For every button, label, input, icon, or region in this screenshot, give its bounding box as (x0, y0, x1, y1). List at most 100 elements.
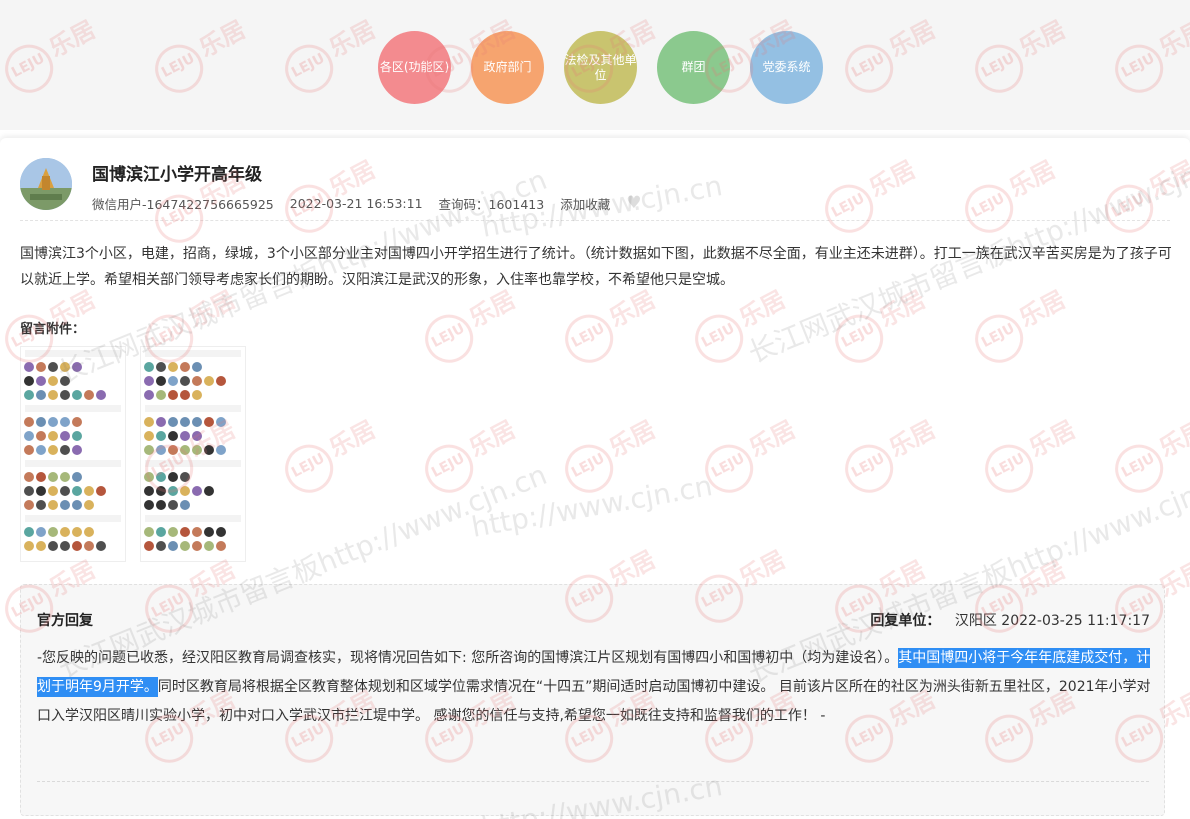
thumb-row (141, 539, 245, 553)
avatar-dot (60, 390, 70, 400)
category-government-button[interactable]: 政府部门 (471, 31, 544, 104)
avatar-dot (60, 486, 70, 496)
avatar-dot (156, 390, 166, 400)
thumb-row (21, 429, 125, 443)
reply-body: -您反映的问题已收悉，经汉阳区教育局调查核实，现将情况回告如下: 您所咨询的国博… (37, 644, 1152, 731)
avatar-dot (36, 500, 46, 510)
avatar-dot (168, 472, 178, 482)
avatar-dot (36, 390, 46, 400)
avatar-dot (180, 431, 190, 441)
avatar-dot (36, 362, 46, 372)
avatar-dot (156, 417, 166, 427)
avatar-dot (216, 541, 226, 551)
thumb-row (141, 388, 245, 402)
avatar-dot (168, 445, 178, 455)
avatar-dot (60, 376, 70, 386)
avatar-dot (144, 390, 154, 400)
avatar-dot (180, 472, 190, 482)
thumb-row (141, 498, 245, 512)
thumb-row (21, 525, 125, 539)
avatar-dot (24, 445, 34, 455)
avatar-dot (180, 500, 190, 510)
avatar-dot (24, 431, 34, 441)
avatar-dot (36, 486, 46, 496)
thumb-row (21, 415, 125, 429)
thumb-row (141, 470, 245, 484)
avatar-dot (48, 445, 58, 455)
reply-unit: 汉阳区 (954, 613, 997, 629)
avatar-dot (60, 417, 70, 427)
avatar-dot (60, 527, 70, 537)
avatar-dot (96, 486, 106, 496)
thumb-section (25, 405, 121, 412)
add-favorite-link[interactable]: 添加收藏 (560, 194, 610, 213)
divider (20, 220, 1170, 221)
avatar-dot (156, 527, 166, 537)
avatar-dot (156, 431, 166, 441)
avatar-dot (60, 472, 70, 482)
post-meta: 微信用户-1647422756665925 2022-03-21 16:53:1… (92, 193, 641, 213)
avatar-dot (204, 486, 214, 496)
avatar-dot (48, 390, 58, 400)
avatar-dot (96, 390, 106, 400)
avatar-dot (192, 445, 202, 455)
avatar-dot (60, 500, 70, 510)
reply-datetime: 2022-03-25 11:17:17 (1001, 613, 1150, 629)
avatar-dot (36, 376, 46, 386)
heart-icon[interactable]: ♥ (626, 193, 641, 213)
avatar-dot (36, 417, 46, 427)
avatar-dot (204, 445, 214, 455)
thumb-section (145, 460, 241, 467)
thumb-row (141, 429, 245, 443)
avatar-dot (24, 527, 34, 537)
avatar-dot (144, 486, 154, 496)
avatar-dot (216, 376, 226, 386)
divider (37, 781, 1149, 782)
avatar-dot (156, 541, 166, 551)
thumb-row (21, 388, 125, 402)
reply-unit-line: 回复单位： 汉阳区 2022-03-25 11:17:17 (870, 610, 1150, 630)
category-district-button[interactable]: 各区(功能区) (378, 31, 451, 104)
thumb-row (21, 360, 125, 374)
avatar-dot (192, 417, 202, 427)
avatar-dot (24, 376, 34, 386)
post-title: 国博滨江小学开高年级 (92, 165, 262, 185)
reply-text: 同时区教育局将根据全区教育整体规划和区域学位需求情况在“十四五”期间适时启动国博… (37, 679, 1151, 724)
avatar-dot (156, 500, 166, 510)
avatar-dot (36, 541, 46, 551)
avatar-dot (72, 390, 82, 400)
avatar-dot (168, 362, 178, 372)
attachment-thumbnail[interactable] (20, 346, 126, 562)
avatar-dot (48, 527, 58, 537)
avatar-dot (144, 472, 154, 482)
avatar-dot (36, 472, 46, 482)
thumb-header (25, 350, 121, 357)
query-code: 查询码：1601413 (438, 196, 545, 212)
category-court-button[interactable]: 法检及其他单位 (564, 31, 637, 104)
avatar-dot (84, 527, 94, 537)
thumb-row (141, 484, 245, 498)
avatar-dot (24, 362, 34, 372)
avatar-dot (192, 376, 202, 386)
thumb-section (145, 405, 241, 412)
thumb-section (145, 515, 241, 522)
avatar-dot (180, 417, 190, 427)
category-bar: 各区(功能区) 政府部门 法检及其他单位 群团 党委系统 (0, 0, 1190, 130)
avatar-dot (84, 541, 94, 551)
avatar-dot (48, 486, 58, 496)
avatar-dot (72, 431, 82, 441)
avatar-dot (24, 417, 34, 427)
avatar-dot (156, 486, 166, 496)
avatar-dot (60, 445, 70, 455)
reply-title: 官方回复 (37, 613, 93, 629)
category-mass-org-button[interactable]: 群团 (657, 31, 730, 104)
category-party-button[interactable]: 党委系统 (750, 31, 823, 104)
avatar-dot (24, 390, 34, 400)
avatar-dot (24, 486, 34, 496)
attachment-thumbnail[interactable] (140, 346, 246, 562)
avatar-dot (144, 500, 154, 510)
post-datetime: 2022-03-21 16:53:11 (289, 195, 423, 211)
avatar-dot (72, 472, 82, 482)
avatar-dot (216, 527, 226, 537)
avatar-dot (180, 390, 190, 400)
